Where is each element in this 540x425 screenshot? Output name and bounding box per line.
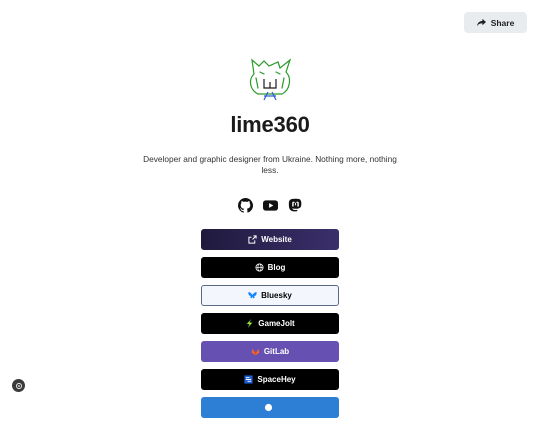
share-label: Share xyxy=(490,17,515,28)
gear-icon xyxy=(15,382,22,389)
profile-bio: Developer and graphic designer from Ukra… xyxy=(143,154,397,175)
globe-icon xyxy=(255,263,264,272)
link-blog[interactable]: Blog xyxy=(201,257,339,278)
link-partial[interactable] xyxy=(201,397,339,418)
link-list: Website Blog Bluesky GameJolt GitLab Spa… xyxy=(201,229,339,425)
link-label: SpaceHey xyxy=(257,375,296,384)
link-label: Bluesky xyxy=(261,291,292,300)
settings-button[interactable] xyxy=(12,379,25,392)
profile-name: lime360 xyxy=(230,112,310,137)
link-gamejolt[interactable]: GameJolt xyxy=(201,313,339,334)
gamejolt-icon xyxy=(245,319,254,328)
social-icons xyxy=(0,198,540,213)
external-link-icon xyxy=(248,235,257,244)
bluesky-icon xyxy=(248,291,257,300)
spacehey-icon xyxy=(244,375,253,384)
link-spacehey[interactable]: SpaceHey xyxy=(201,369,339,390)
share-icon xyxy=(476,18,486,27)
link-label: Blog xyxy=(267,263,286,272)
circle-icon xyxy=(264,403,273,412)
share-button[interactable]: Share xyxy=(464,12,527,33)
youtube-icon[interactable] xyxy=(262,198,278,213)
link-label: GameJolt xyxy=(258,319,295,328)
mastodon-icon[interactable] xyxy=(288,198,303,213)
link-gitlab[interactable]: GitLab xyxy=(201,341,339,362)
link-website[interactable]: Website xyxy=(201,229,339,250)
github-icon[interactable] xyxy=(237,198,253,213)
link-bluesky[interactable]: Bluesky xyxy=(201,285,339,306)
avatar xyxy=(249,58,292,101)
link-label: Website xyxy=(261,235,292,244)
link-label: GitLab xyxy=(263,347,290,356)
gitlab-icon xyxy=(251,347,260,356)
